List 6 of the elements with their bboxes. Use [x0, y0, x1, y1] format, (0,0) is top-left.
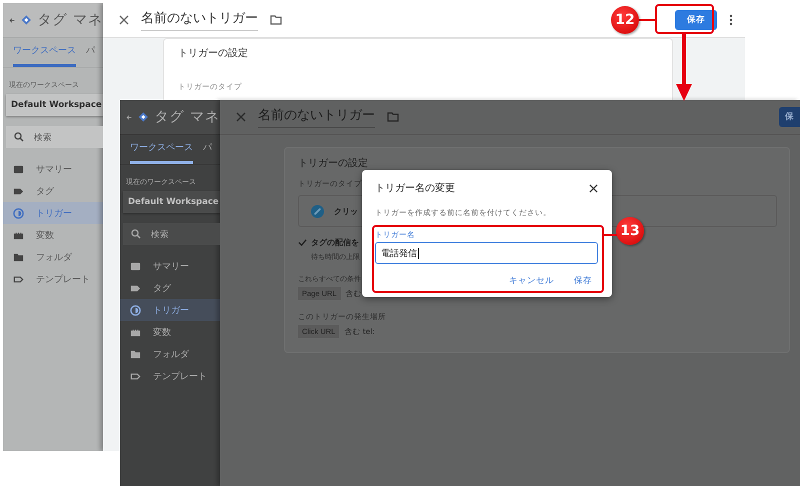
dialog-title: トリガー名の変更 — [375, 182, 455, 195]
card-title: トリガーの設定 — [178, 46, 248, 60]
app-title: タグ マネ — [38, 11, 103, 29]
trigger-type-name: クリッ — [334, 206, 358, 216]
card-title: トリガーの設定 — [298, 156, 368, 170]
app-title: タグ マネ — [154, 108, 220, 126]
